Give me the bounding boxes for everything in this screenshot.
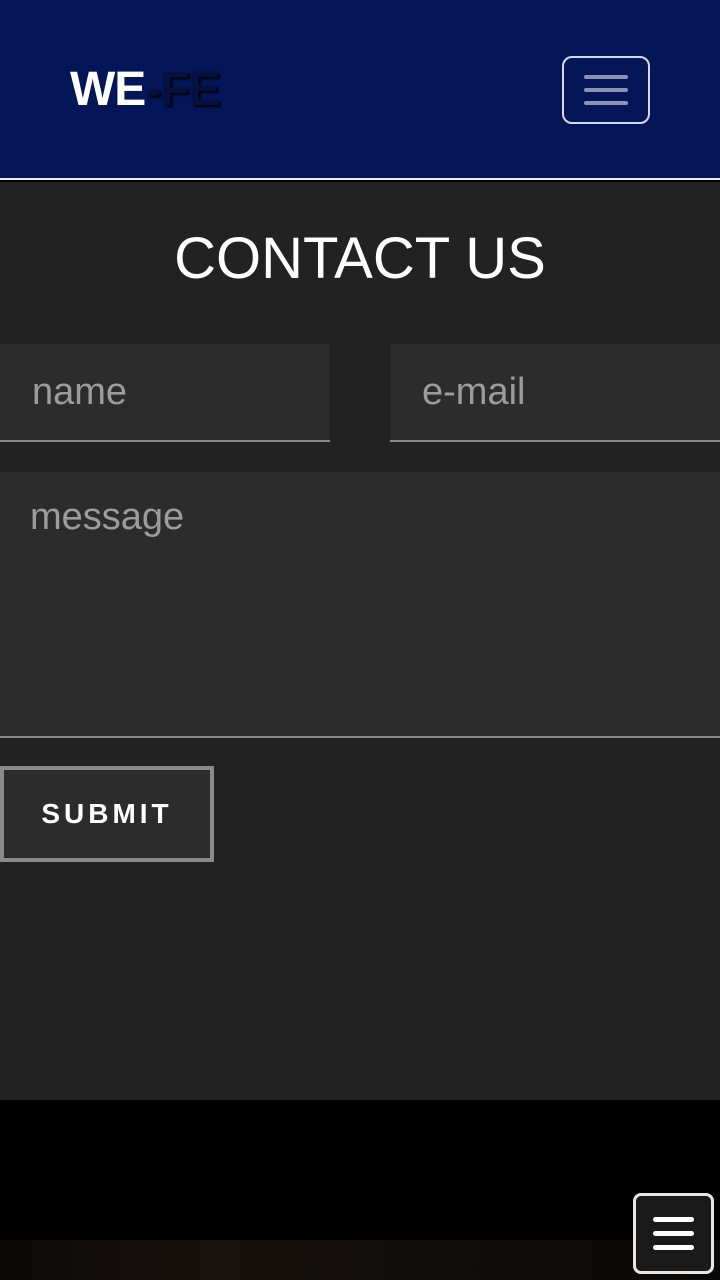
footer-strip [0,1240,720,1280]
hamburger-menu-icon [653,1217,694,1250]
message-field[interactable] [0,472,720,738]
footer [0,1100,720,1280]
brand-part-we: WE [70,63,146,116]
email-field[interactable] [390,344,720,442]
name-field[interactable] [0,344,330,442]
brand-part-fe: FE [160,63,220,116]
hamburger-menu-icon [584,75,628,105]
hamburger-bar [653,1217,694,1222]
contact-title: CONTACT US [174,226,546,291]
hamburger-bar [584,88,628,92]
contact-section: CONTACT US SUBMIT [0,182,720,1100]
brand-logo[interactable]: WE-FE [70,62,221,118]
hamburger-bar [584,75,628,79]
navbar-toggle-button[interactable] [562,56,650,124]
brand-dash: - [145,63,161,116]
hamburger-bar [653,1245,694,1250]
navbar: WE-FE [0,0,720,180]
floating-menu-button[interactable] [633,1193,714,1274]
hamburger-bar [653,1231,694,1236]
submit-button[interactable]: SUBMIT [0,766,214,862]
hamburger-bar [584,101,628,105]
